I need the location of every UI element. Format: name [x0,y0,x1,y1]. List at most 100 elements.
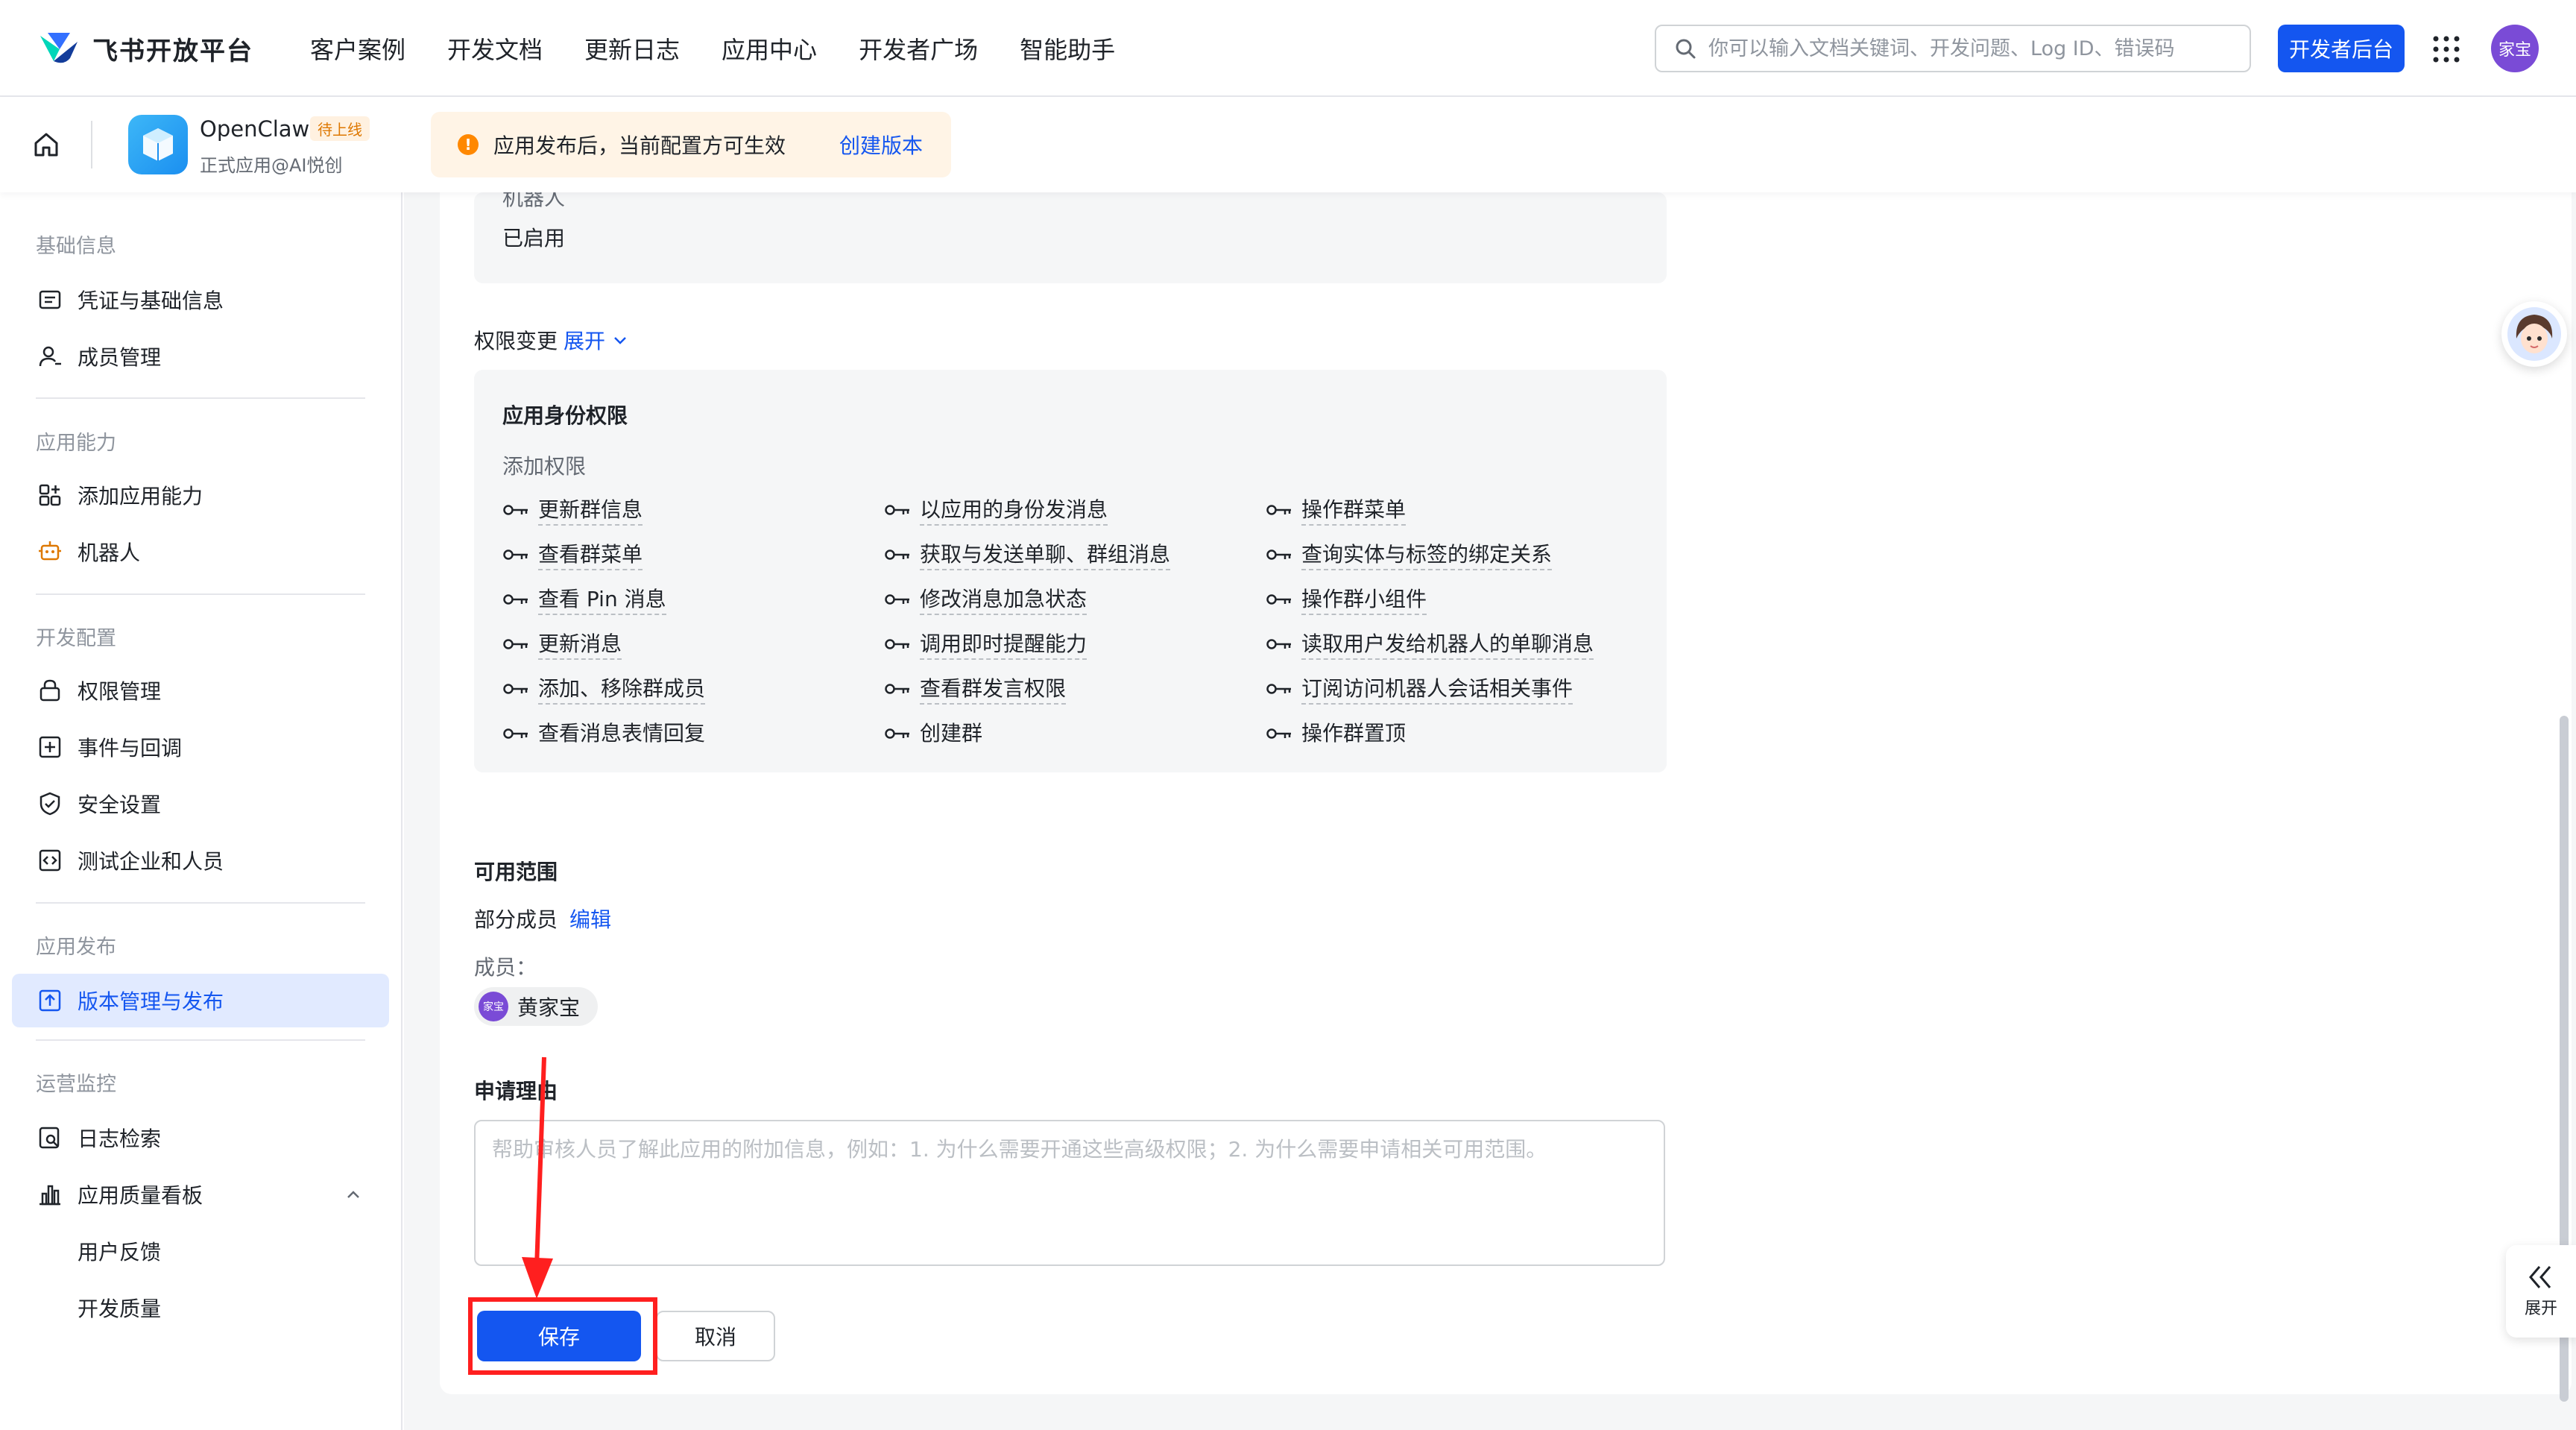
sidebar-item-label: 开发质量 [78,1297,162,1321]
code-icon [39,849,61,872]
reason-title: 申请理由 [474,1079,558,1103]
member-chip: 家宝 黄家宝 [474,987,599,1026]
create-version-link[interactable]: 创建版本 [839,130,923,160]
sidebar-divider [36,397,365,399]
permission-item[interactable]: 操作群小组件 [1266,583,1427,615]
search-icon [1676,39,1696,59]
sidebar-group-title: 运营监控 [36,1073,116,1096]
permission-item[interactable]: 查询实体与标签的绑定关系 [1266,538,1553,570]
permission-item[interactable]: 订阅访问机器人会话相关事件 [1266,673,1573,705]
sidebar-item-label: 添加应用能力 [78,484,203,508]
home-icon[interactable] [31,130,61,160]
nav-item-app-center[interactable]: 应用中心 [722,31,817,66]
sidebar-item-label: 事件与回调 [78,736,183,760]
search-box[interactable] [1655,25,2251,72]
permission-label: 调用即时提醒能力 [920,628,1087,660]
sidebar-item-robot[interactable]: 机器人 [12,525,389,579]
permission-item[interactable]: 查看群菜单 [502,538,643,570]
permission-item[interactable]: 操作群菜单 [1266,494,1407,526]
permission-item[interactable]: 更新消息 [502,628,622,660]
cube-icon [143,128,173,161]
permission-label: 添加、移除群成员 [538,673,706,705]
key-icon [885,638,909,649]
search-input[interactable] [1708,37,2230,60]
permission-item[interactable]: 读取用户发给机器人的单聊消息 [1266,628,1594,660]
permission-item[interactable]: 调用即时提醒能力 [884,628,1087,660]
nav-item-cases[interactable]: 客户案例 [310,31,405,66]
sidebar-divider [36,1039,365,1041]
version-form-card: 机器人 已启用 权限变更 展开 应用身份权限 添加权限 更新群信息 查看群菜单 查看… [440,192,2572,1394]
key-icon [885,728,909,739]
permission-label: 更新群信息 [538,494,643,526]
key-icon [503,504,528,515]
sidebar-item-label: 日志检索 [78,1127,162,1151]
sidebar-group-title: 应用发布 [36,936,116,959]
nav-item-docs[interactable]: 开发文档 [447,31,543,66]
permission-label: 修改消息加急状态 [920,583,1087,615]
sidebar-item-quality-board[interactable]: 应用质量看板 [12,1168,389,1221]
permission-item[interactable]: 获取与发送单聊、群组消息 [884,538,1171,570]
member-name: 黄家宝 [517,995,581,1020]
save-button[interactable]: 保存 [477,1311,641,1361]
key-icon [503,728,528,739]
sidebar-item-log-search[interactable]: 日志检索 [12,1111,389,1165]
nav-item-assistant[interactable]: 智能助手 [1020,31,1115,66]
main-content: 机器人 已启用 权限变更 展开 应用身份权限 添加权限 更新群信息 查看群菜单 查看… [404,192,2576,1430]
key-icon [503,593,528,605]
sidebar-item-add-capability[interactable]: 添加应用能力 [12,468,389,522]
sidebar-item-security[interactable]: 安全设置 [12,777,389,831]
robot-status: 已启用 [502,226,566,251]
brand[interactable]: 飞书开放平台 [37,28,253,69]
permission-item[interactable]: 以应用的身份发消息 [884,494,1108,526]
app-subtitle: 正式应用@AI悦创 [200,155,343,176]
sidebar-divider [36,902,365,904]
upload-icon [39,989,61,1012]
user-avatar[interactable]: 家宝 [2491,25,2539,72]
scope-edit-link[interactable]: 编辑 [569,904,611,933]
permission-item[interactable]: 修改消息加急状态 [884,583,1087,615]
sidebar-item-label: 权限管理 [78,679,162,704]
sidebar-item-label: 机器人 [78,541,141,565]
nav-item-dev-square[interactable]: 开发者广场 [859,31,978,66]
assistant-avatar[interactable] [2501,301,2567,367]
perm-expand-toggle[interactable]: 展开 [564,325,629,355]
reason-textarea[interactable] [474,1120,1665,1266]
permission-item[interactable]: 更新群信息 [502,494,643,526]
top-navigation: 飞书开放平台 客户案例 开发文档 更新日志 应用中心 开发者广场 智能助手 开发… [0,0,2576,97]
key-icon [1266,593,1291,605]
event-icon [39,736,61,758]
expand-panel-button[interactable]: 展开 [2506,1245,2576,1338]
sidebar-item-dev-quality[interactable]: 开发质量 [12,1281,389,1335]
notice-banner: ! 应用发布后，当前配置方可生效 创建版本 [431,112,951,177]
sidebar-item-test-org[interactable]: 测试企业和人员 [12,834,389,887]
grid-icon[interactable] [2431,34,2461,64]
sidebar-divider [36,593,365,595]
sidebar-item-version-release[interactable]: 版本管理与发布 [12,974,389,1027]
permission-item[interactable]: 查看群发言权限 [884,673,1067,705]
sidebar-item-label: 用户反馈 [78,1240,162,1264]
sidebar-item-permissions[interactable]: 权限管理 [12,664,389,717]
perm-change-label: 权限变更 [474,329,558,353]
sidebar-item-user-feedback[interactable]: 用户反馈 [12,1224,389,1278]
avatar: 家宝 [479,992,508,1021]
nav-item-changelog[interactable]: 更新日志 [584,31,680,66]
key-icon [1266,504,1291,515]
dev-console-button[interactable]: 开发者后台 [2278,25,2405,72]
members-label: 成员： [474,955,537,980]
permission-item[interactable]: 添加、移除群成员 [502,673,706,705]
chevron-up-icon[interactable] [344,1185,362,1203]
permission-label: 订阅访问机器人会话相关事件 [1301,673,1573,705]
cancel-button[interactable]: 取消 [656,1311,775,1361]
perm-expand-link: 展开 [564,329,606,353]
log-search-icon [39,1127,60,1149]
permission-label: 读取用户发给机器人的单聊消息 [1301,628,1594,660]
sidebar-group-title: 基础信息 [36,235,116,258]
sidebar-item-credentials[interactable]: 凭证与基础信息 [12,273,389,327]
sidebar-item-members[interactable]: 成员管理 [12,330,389,383]
chevron-down-icon [614,337,626,344]
status-badge: 待上线 [310,116,370,141]
app-icon [128,115,188,174]
sidebar-item-label: 版本管理与发布 [78,989,224,1014]
permission-item[interactable]: 查看 Pin 消息 [502,583,666,615]
sidebar-item-events[interactable]: 事件与回调 [12,720,389,774]
